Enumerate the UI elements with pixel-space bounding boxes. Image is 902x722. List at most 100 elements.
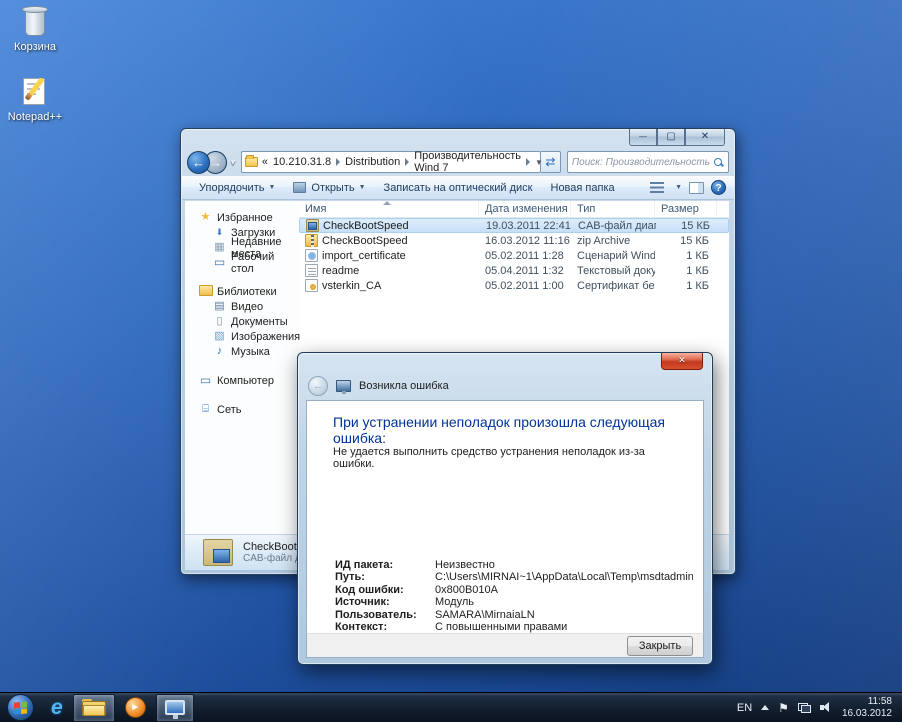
desktop-icon-notepadpp[interactable]: Notepad++ xyxy=(0,74,70,123)
preview-pane-icon[interactable] xyxy=(689,182,704,194)
breadcrumb-prefix: « xyxy=(262,156,268,168)
sidebar-item-documents[interactable]: Документы xyxy=(185,314,299,329)
taskbar-item-explorer[interactable] xyxy=(73,694,115,722)
change-view-icon[interactable] xyxy=(650,182,664,193)
sidebar-item-network[interactable]: Сеть xyxy=(185,402,299,417)
minimize-button[interactable] xyxy=(629,129,657,146)
zip-file-icon xyxy=(305,234,318,247)
cab-file-icon-large xyxy=(203,539,233,566)
breadcrumb-arrow-icon[interactable] xyxy=(405,158,409,166)
desktop-icon-label: Корзина xyxy=(0,41,70,53)
dialog-close-button[interactable] xyxy=(661,353,703,370)
burn-button[interactable]: Записать на оптический диск xyxy=(375,177,542,199)
notepadpp-icon xyxy=(18,74,52,108)
desktop-icon-label: Notepad++ xyxy=(0,111,70,123)
file-row[interactable]: import_certificate 05.02.2011 1:28 Сцена… xyxy=(299,248,729,263)
back-button[interactable]: ← xyxy=(187,151,210,174)
action-center-flag-icon[interactable] xyxy=(778,701,789,715)
breadcrumb-segment[interactable]: 10.210.31.8 xyxy=(273,156,331,168)
breadcrumb-arrow-icon[interactable] xyxy=(526,158,530,166)
refresh-button[interactable] xyxy=(541,151,561,173)
music-icon xyxy=(213,346,226,357)
file-row[interactable]: CheckBootSpeed 16.03.2012 11:16 zip Arch… xyxy=(299,233,729,248)
column-header-date[interactable]: Дата изменения xyxy=(479,201,571,217)
network-tray-icon[interactable] xyxy=(798,703,811,713)
detail-row: Источник: Модуль xyxy=(335,596,693,608)
file-row[interactable]: CheckBootSpeed 19.03.2011 22:41 CAB-файл… xyxy=(299,218,729,233)
text-file-icon xyxy=(305,264,318,277)
troubleshooter-icon xyxy=(336,380,351,392)
close-button[interactable] xyxy=(685,129,725,146)
computer-icon xyxy=(199,375,212,387)
libraries-icon xyxy=(199,285,212,299)
documents-icon xyxy=(213,316,226,327)
sidebar-item-desktop[interactable]: Рабочий стол xyxy=(185,255,299,270)
downloads-icon xyxy=(213,227,226,238)
file-row[interactable]: readme 05.04.2011 1:32 Текстовый докум..… xyxy=(299,263,729,278)
script-file-icon xyxy=(305,249,318,262)
troubleshooter-monitor-icon xyxy=(165,700,185,715)
sidebar-item-computer[interactable]: Компьютер xyxy=(185,373,299,388)
show-hidden-icons-icon[interactable] xyxy=(761,705,769,710)
start-button[interactable] xyxy=(7,694,34,721)
taskbar-item-internet-explorer[interactable]: e xyxy=(43,694,71,722)
sidebar-item-libraries[interactable]: Библиотеки xyxy=(185,284,299,299)
dialog-title: Возникла ошибка xyxy=(359,380,449,392)
explorer-folder-icon xyxy=(82,699,106,716)
chevron-down-icon[interactable]: ▼ xyxy=(675,184,682,191)
internet-explorer-icon: e xyxy=(51,696,63,720)
breadcrumb-segment[interactable]: Distribution xyxy=(345,156,400,168)
open-file-icon xyxy=(293,182,306,193)
recent-places-icon xyxy=(213,242,226,253)
detail-row: Пользователь: SAMARA\MirnaiaLN xyxy=(335,609,693,621)
folder-icon xyxy=(245,157,258,167)
volume-icon[interactable] xyxy=(820,702,833,713)
dialog-back-button[interactable]: ← xyxy=(308,376,328,396)
breadcrumb-arrow-icon[interactable] xyxy=(336,158,340,166)
column-header-size[interactable]: Размер xyxy=(655,201,717,217)
help-icon[interactable]: ? xyxy=(711,180,726,195)
search-input[interactable] xyxy=(572,157,713,168)
open-button[interactable]: Открыть ▼ xyxy=(284,177,374,199)
navigation-pane: Избранное Загрузки Недавние места Рабочи… xyxy=(185,201,299,534)
taskbar-item-media-player[interactable] xyxy=(117,694,154,722)
dialog-header: ← Возникла ошибка xyxy=(308,374,702,398)
detail-row: ИД пакета: Неизвестно xyxy=(335,559,693,571)
sidebar-item-favorites[interactable]: Избранное xyxy=(185,210,299,225)
star-icon xyxy=(199,212,212,223)
dialog-message: Не удается выполнить средство устранения… xyxy=(333,446,685,470)
network-icon xyxy=(199,404,212,415)
address-bar[interactable]: « 10.210.31.8 Distribution Производитель… xyxy=(241,151,541,173)
taskbar-item-troubleshooter[interactable] xyxy=(156,694,194,722)
windows-logo-icon xyxy=(14,701,27,714)
column-header-type[interactable]: Тип xyxy=(571,201,655,217)
error-dialog: ← Возникла ошибка При устранении неполад… xyxy=(297,352,713,665)
clock[interactable]: 11:58 16.03.2012 xyxy=(842,696,892,719)
detail-row: Код ошибки: 0x800B010A xyxy=(335,584,693,596)
organize-button[interactable]: Упорядочить ▼ xyxy=(190,177,284,199)
maximize-button[interactable] xyxy=(657,129,685,146)
navigation-bar: ← → ▼ « 10.210.31.8 Distribution Произво… xyxy=(187,150,729,174)
dialog-content: При устранении неполадок произошла следу… xyxy=(306,400,704,633)
language-indicator[interactable]: EN xyxy=(737,702,752,714)
breadcrumb-segment[interactable]: Производительность Wind 7 xyxy=(414,150,521,174)
video-icon xyxy=(213,301,226,312)
error-details: ИД пакета: Неизвестно Путь: C:\Users\MIR… xyxy=(335,559,693,633)
taskbar: e EN 11:58 16.03.2012 xyxy=(0,692,902,722)
new-folder-button[interactable]: Новая папка xyxy=(542,177,624,199)
sort-ascending-icon xyxy=(383,201,391,205)
recent-pages-dropdown-icon[interactable]: ▼ xyxy=(229,158,237,167)
tray-time: 11:58 xyxy=(842,696,892,708)
search-icon xyxy=(713,157,724,168)
close-dialog-button[interactable]: Закрыть xyxy=(627,636,693,656)
cab-file-icon xyxy=(306,219,319,232)
certificate-file-icon xyxy=(305,279,318,292)
command-toolbar: Упорядочить ▼ Открыть ▼ Записать на опти… xyxy=(182,176,734,200)
sidebar-item-pictures[interactable]: Изображения xyxy=(185,329,299,344)
system-tray: EN 11:58 16.03.2012 xyxy=(737,696,902,719)
sidebar-item-music[interactable]: Музыка xyxy=(185,344,299,359)
sidebar-item-video[interactable]: Видео xyxy=(185,299,299,314)
column-headers: Имя Дата изменения Тип Размер xyxy=(299,201,729,218)
file-row[interactable]: vsterkin_CA 05.02.2011 1:00 Сертификат б… xyxy=(299,278,729,293)
desktop-icon-recycle-bin[interactable]: Корзина xyxy=(0,4,70,53)
